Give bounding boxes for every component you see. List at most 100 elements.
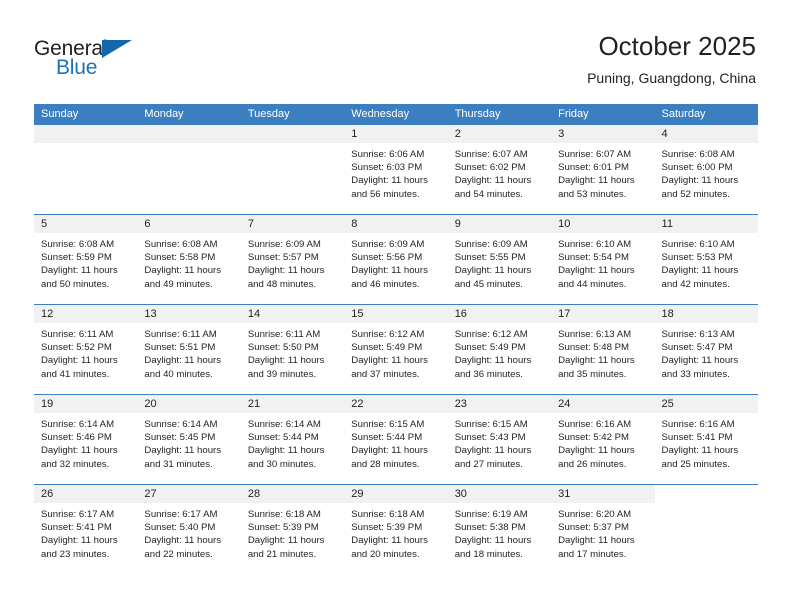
daylight-text-line2: and 36 minutes. [454, 368, 523, 380]
daylight-text-line2: and 31 minutes. [144, 458, 213, 470]
calendar-day-cell-empty [137, 125, 241, 214]
sunset-text: Sunset: 5:41 PM [41, 522, 112, 534]
sunset-text: Sunset: 5:59 PM [41, 252, 112, 264]
calendar-day-cell[interactable]: 31 Sunrise: 6:20 AM Sunset: 5:37 PM Dayligh… [551, 485, 655, 574]
calendar-day-cell[interactable]: 16 Sunrise: 6:12 AM Sunset: 5:49 PM Dayligh… [447, 305, 552, 394]
daylight-text-line2: and 42 minutes. [661, 278, 730, 290]
daylight-text-line1: Daylight: 11 hours [247, 355, 325, 367]
daylight-text-line2: and 25 minutes. [661, 458, 730, 470]
calendar-day-cell[interactable]: 6 Sunrise: 6:08 AM Sunset: 5:58 PM Daylight… [137, 215, 241, 304]
calendar-day-cell[interactable]: 23 Sunrise: 6:15 AM Sunset: 5:43 PM Dayligh… [447, 395, 552, 484]
sunset-text: Sunset: 5:50 PM [247, 342, 319, 354]
calendar-day-cell[interactable]: 3 Sunrise: 6:07 AM Sunset: 6:01 PM Daylight… [551, 125, 655, 214]
calendar-day-cell[interactable]: 18 Sunrise: 6:13 AM Sunset: 5:47 PM Dayligh… [654, 305, 758, 394]
sunrise-text: Sunrise: 6:08 AM [41, 239, 115, 250]
day-number: 24 [558, 398, 571, 410]
day-number: 26 [41, 488, 54, 500]
daylight-text-line1: Daylight: 11 hours [454, 445, 532, 457]
day-sun-info: Sunrise: 6:09 AM Sunset: 5:56 PM Daylight:… [344, 233, 447, 291]
day-number-band: 8 [344, 215, 448, 233]
sunset-text: Sunset: 5:58 PM [144, 252, 216, 264]
sunrise-text: Sunrise: 6:08 AM [144, 239, 218, 250]
daylight-text-line2: and 35 minutes. [558, 368, 627, 380]
day-sun-info: Sunrise: 6:18 AM Sunset: 5:39 PM Daylight:… [344, 503, 447, 561]
calendar-day-cell[interactable]: 29 Sunrise: 6:18 AM Sunset: 5:39 PM Dayligh… [344, 485, 448, 574]
day-sun-info: Sunrise: 6:10 AM Sunset: 5:54 PM Daylight:… [551, 233, 654, 291]
daylight-text-line1: Daylight: 11 hours [247, 445, 325, 457]
daylight-text-line1: Daylight: 11 hours [454, 175, 532, 187]
calendar-day-cell[interactable]: 11 Sunrise: 6:10 AM Sunset: 5:53 PM Dayligh… [654, 215, 758, 304]
calendar-day-cell[interactable]: 9 Sunrise: 6:09 AM Sunset: 5:55 PM Daylight… [447, 215, 552, 304]
general-blue-logo[interactable]: General Blue [34, 38, 154, 86]
day-number: 13 [144, 308, 157, 320]
calendar-day-cell[interactable]: 20 Sunrise: 6:14 AM Sunset: 5:45 PM Dayligh… [137, 395, 241, 484]
sunset-text: Sunset: 6:03 PM [351, 162, 423, 174]
calendar-day-cell[interactable]: 1 Sunrise: 6:06 AM Sunset: 6:03 PM Daylight… [344, 125, 448, 214]
calendar-day-cell[interactable]: 17 Sunrise: 6:13 AM Sunset: 5:48 PM Dayligh… [551, 305, 655, 394]
daylight-text-line1: Daylight: 11 hours [351, 265, 428, 277]
daylight-text-line1: Daylight: 11 hours [247, 535, 325, 547]
calendar-day-cell[interactable]: 5 Sunrise: 6:08 AM Sunset: 5:59 PM Daylight… [34, 215, 138, 304]
calendar-day-cell[interactable]: 13 Sunrise: 6:11 AM Sunset: 5:51 PM Dayligh… [137, 305, 241, 394]
day-sun-info: Sunrise: 6:08 AM Sunset: 5:58 PM Daylight:… [137, 233, 240, 291]
daylight-text-line1: Daylight: 11 hours [41, 445, 118, 457]
calendar-day-cell[interactable]: 15 Sunrise: 6:12 AM Sunset: 5:49 PM Dayligh… [344, 305, 448, 394]
day-number: 29 [351, 488, 364, 500]
calendar-day-cell[interactable]: 21 Sunrise: 6:14 AM Sunset: 5:44 PM Dayligh… [240, 395, 345, 484]
calendar-day-cell[interactable]: 2 Sunrise: 6:07 AM Sunset: 6:02 PM Daylight… [447, 125, 552, 214]
day-number-band: 15 [344, 305, 448, 323]
calendar-day-cell[interactable]: 12 Sunrise: 6:11 AM Sunset: 5:52 PM Dayligh… [34, 305, 138, 394]
day-number: 9 [454, 218, 461, 230]
day-number-band: 25 [654, 395, 758, 413]
day-sun-info: Sunrise: 6:16 AM Sunset: 5:41 PM Daylight:… [655, 413, 758, 471]
calendar-day-cell[interactable]: 7 Sunrise: 6:09 AM Sunset: 5:57 PM Daylight… [240, 215, 345, 304]
day-sun-info: Sunrise: 6:10 AM Sunset: 5:53 PM Daylight:… [655, 233, 758, 291]
day-number-band: 11 [654, 215, 758, 233]
calendar-day-cell[interactable]: 22 Sunrise: 6:15 AM Sunset: 5:44 PM Dayligh… [344, 395, 448, 484]
calendar-page: General Blue October 2025 Puning, Guangd… [0, 0, 792, 612]
day-number: 10 [558, 218, 571, 230]
day-sun-info: Sunrise: 6:11 AM Sunset: 5:51 PM Daylight:… [137, 323, 240, 381]
calendar-day-cell[interactable]: 24 Sunrise: 6:16 AM Sunset: 5:42 PM Dayligh… [551, 395, 655, 484]
daylight-text-line1: Daylight: 11 hours [247, 265, 325, 277]
daylight-text-line2: and 41 minutes. [41, 368, 110, 380]
daylight-text-line2: and 52 minutes. [661, 188, 730, 200]
daylight-text-line1: Daylight: 11 hours [351, 175, 428, 187]
daylight-text-line1: Daylight: 11 hours [661, 355, 739, 367]
day-number: 4 [661, 128, 668, 140]
title-block: October 2025 Puning, Guangdong, China [587, 31, 756, 86]
calendar-day-cell[interactable]: 19 Sunrise: 6:14 AM Sunset: 5:46 PM Dayligh… [34, 395, 138, 484]
calendar-day-cell[interactable]: 4 Sunrise: 6:08 AM Sunset: 6:00 PM Daylight… [654, 125, 758, 214]
day-number-band: 13 [137, 305, 241, 323]
sunset-text: Sunset: 5:45 PM [144, 432, 216, 444]
calendar-day-cell[interactable]: 8 Sunrise: 6:09 AM Sunset: 5:56 PM Daylight… [344, 215, 448, 304]
day-number-band: 3 [551, 125, 655, 143]
day-number: 2 [454, 128, 461, 140]
daylight-text-line2: and 22 minutes. [144, 548, 213, 560]
day-sun-info: Sunrise: 6:12 AM Sunset: 5:49 PM Daylight:… [448, 323, 551, 381]
daylight-text-line2: and 28 minutes. [351, 458, 420, 470]
day-number-band: 23 [447, 395, 552, 413]
day-number-band: 14 [240, 305, 345, 323]
day-number: 14 [247, 308, 261, 320]
calendar-week-row: 19 Sunrise: 6:14 AM Sunset: 5:46 PM Dayligh… [34, 394, 758, 484]
calendar-day-cell[interactable]: 28 Sunrise: 6:18 AM Sunset: 5:39 PM Dayligh… [240, 485, 345, 574]
calendar-day-cell[interactable]: 10 Sunrise: 6:10 AM Sunset: 5:54 PM Dayligh… [551, 215, 655, 304]
day-number: 30 [454, 488, 467, 500]
daylight-text-line1: Daylight: 11 hours [144, 355, 222, 367]
daylight-text-line1: Daylight: 11 hours [454, 265, 532, 277]
calendar-day-cell[interactable]: 27 Sunrise: 6:17 AM Sunset: 5:40 PM Dayligh… [137, 485, 241, 574]
weekday-header-saturday: Saturday [661, 108, 706, 120]
calendar-day-cell[interactable]: 30 Sunrise: 6:19 AM Sunset: 5:38 PM Dayligh… [447, 485, 552, 574]
calendar-day-cell[interactable]: 25 Sunrise: 6:16 AM Sunset: 5:41 PM Dayligh… [654, 395, 758, 484]
sunrise-text: Sunrise: 6:12 AM [454, 329, 528, 340]
calendar-day-cell[interactable]: 14 Sunrise: 6:11 AM Sunset: 5:50 PM Dayligh… [240, 305, 345, 394]
sunrise-text: Sunrise: 6:09 AM [247, 239, 321, 250]
daylight-text-line2: and 32 minutes. [41, 458, 110, 470]
sunrise-text: Sunrise: 6:10 AM [558, 239, 632, 250]
day-number-band: 26 [34, 485, 138, 503]
sunrise-text: Sunrise: 6:20 AM [558, 509, 632, 520]
weekday-header-thursday: Thursday [454, 108, 501, 120]
sunrise-text: Sunrise: 6:17 AM [41, 509, 115, 520]
calendar-day-cell[interactable]: 26 Sunrise: 6:17 AM Sunset: 5:41 PM Dayligh… [34, 485, 138, 574]
